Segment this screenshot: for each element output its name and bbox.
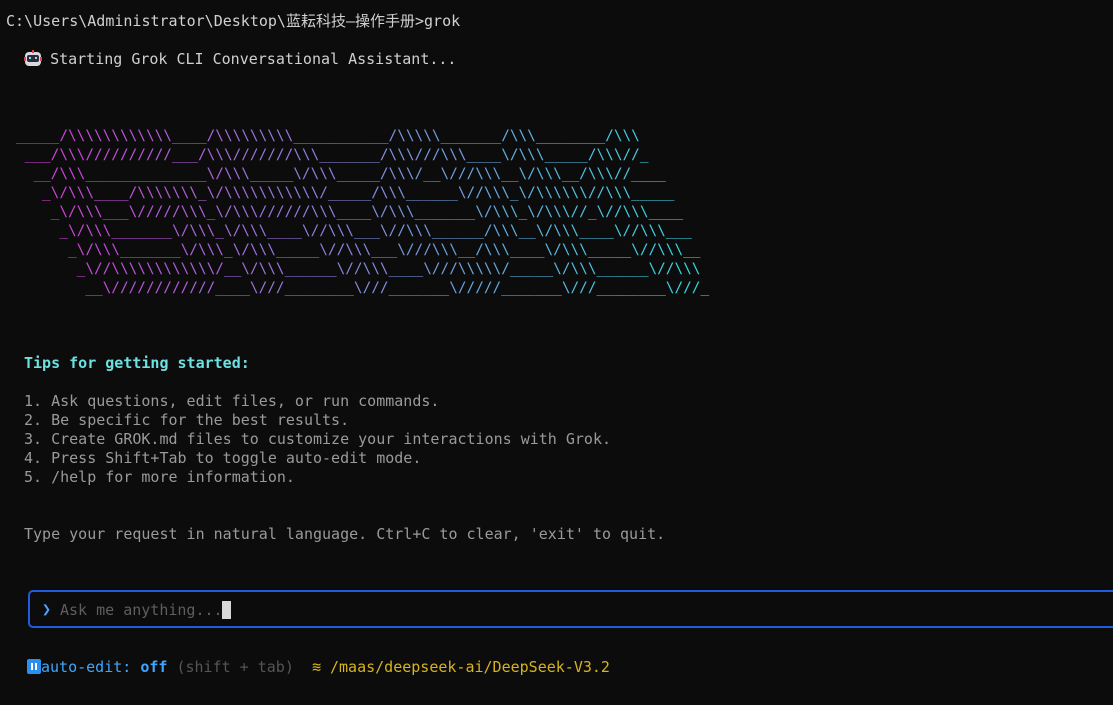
tips-title: Tips for getting started: (24, 354, 250, 372)
chevron-right-icon: ❯ (42, 600, 52, 618)
auto-edit-label[interactable]: auto-edit: (41, 658, 140, 676)
tip-item: 5. /help for more information. (24, 468, 295, 486)
banner-line: __\////////////____\///________\///_____… (85, 280, 710, 296)
command-prompt-line: C:\Users\Administrator\Desktop\蓝耘科技—操作手册… (6, 12, 461, 30)
banner-line: _\/\\\_______\/\\\_\/\\\_____\//\\\___\/… (50, 242, 701, 258)
tip-item: 3. Create GROK.md files to customize you… (24, 430, 611, 448)
tip-item: 2. Be specific for the best results. (24, 411, 350, 429)
usage-hint: Type your request in natural language. C… (24, 525, 666, 543)
startup-message-line: Starting Grok CLI Conversational Assista… (6, 31, 456, 69)
chat-input[interactable] (60, 599, 1060, 620)
banner-line: _\/\\\____/\\\\\\\_\/\\\\\\\\\\\/_____/\… (16, 185, 675, 201)
startup-message: Starting Grok CLI Conversational Assista… (50, 50, 457, 68)
banner-line: _\//\\\\\\\\\\\\/__\/\\\______\//\\\____… (50, 261, 701, 277)
robot-icon (24, 50, 43, 66)
banner-line: __/\\\______________\/\\\_____\/\\\_____… (16, 166, 666, 182)
banner-line: _\/\\\_______\/\\\_\/\\\____\//\\\___\//… (50, 223, 692, 239)
chat-input-box[interactable]: ❯ (28, 590, 1113, 628)
model-icon: ≋ (311, 658, 321, 676)
banner-line: ___/\\\//////////___/\\\///////\\\______… (16, 147, 649, 163)
text-cursor (222, 601, 231, 619)
tips-list: 1. Ask questions, edit files, or run com… (24, 392, 611, 487)
banner-line: _____/\\\\\\\\\\\\____/\\\\\\\\\________… (16, 128, 640, 144)
grok-ascii-banner: _____/\\\\\\\\\\\\____/\\\\\\\\\________… (16, 127, 709, 298)
pause-icon[interactable] (27, 659, 41, 674)
model-path: /maas/deepseek-ai/DeepSeek-V3.2 (330, 658, 610, 676)
auto-edit-shortcut-hint: (shift + tab) (167, 658, 294, 676)
tip-item: 4. Press Shift+Tab to toggle auto-edit m… (24, 449, 422, 467)
banner-line: _\/\\\___\/////\\\_\/\\\//////\\\____\/\… (50, 204, 684, 220)
tip-item: 1. Ask questions, edit files, or run com… (24, 392, 440, 410)
status-bar: auto-edit: off (shift + tab) ≋ /maas/dee… (27, 658, 610, 677)
auto-edit-value[interactable]: off (140, 658, 167, 676)
